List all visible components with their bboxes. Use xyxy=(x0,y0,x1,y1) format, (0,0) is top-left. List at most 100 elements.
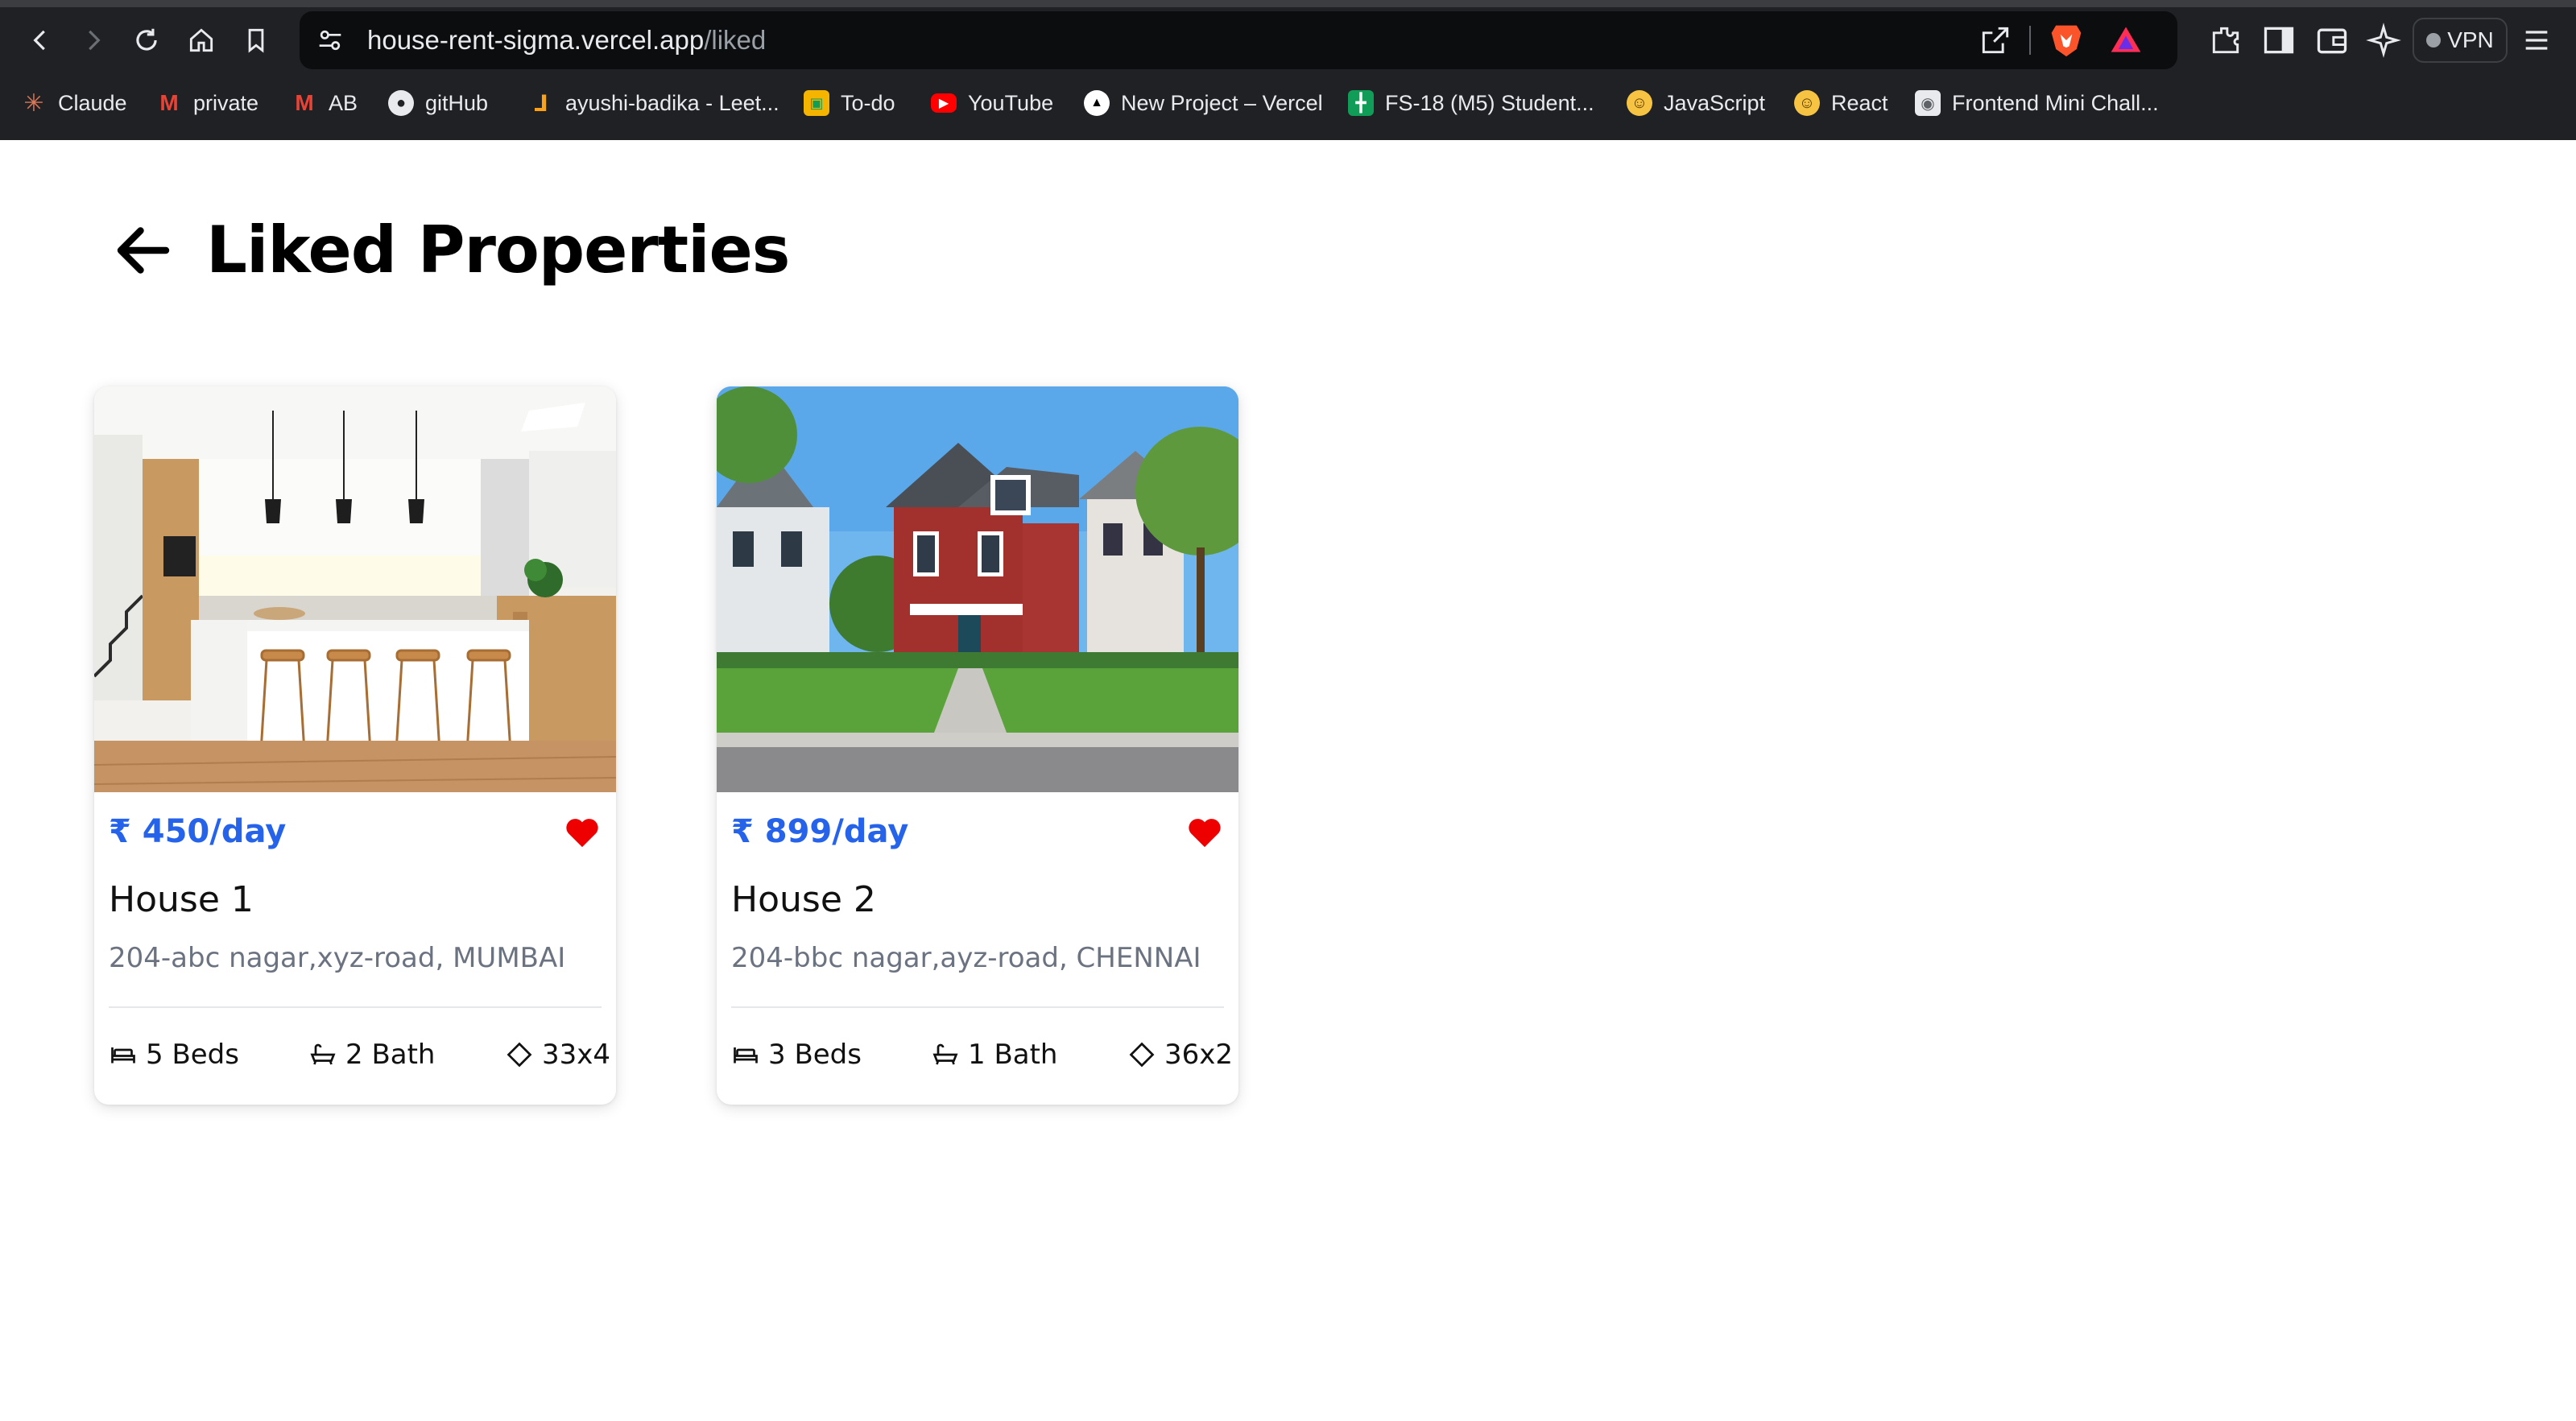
heart-icon[interactable] xyxy=(564,816,600,849)
browser-chrome: house-rent-sigma.vercel.app/liked VPN ✳ … xyxy=(0,0,2576,140)
bookmark-github[interactable]: ● gitHub xyxy=(388,87,488,119)
page-content: Liked Properties ₹ 450/day House 1 204-a… xyxy=(0,140,2576,1421)
property-photo-kitchen xyxy=(94,386,616,792)
bookmark-label: AB xyxy=(329,90,358,115)
emoji-icon: ☺ xyxy=(1627,90,1652,116)
bookmark-label: Claude xyxy=(58,90,127,115)
bath-icon xyxy=(932,1043,958,1065)
share-icon[interactable] xyxy=(1978,23,2013,58)
bookmark-react[interactable]: ☺ React xyxy=(1794,87,1888,119)
bookmark-youtube[interactable]: ▶ YouTube xyxy=(931,87,1053,119)
bath-icon xyxy=(310,1043,336,1065)
page-header: Liked Properties xyxy=(110,213,790,287)
sheets-icon: ╋ xyxy=(1348,90,1374,116)
baths-label: 2 Bath xyxy=(345,1039,436,1071)
extensions-icon[interactable] xyxy=(2208,23,2243,58)
bookmark-label: Frontend Mini Chall... xyxy=(1952,90,2159,115)
property-name: House 1 xyxy=(109,879,254,920)
bookmark-label: React xyxy=(1831,90,1888,115)
vpn-button[interactable]: VPN xyxy=(2413,18,2508,63)
arrow-left-icon[interactable] xyxy=(110,217,177,284)
vpn-label: VPN xyxy=(2447,27,2494,52)
property-card[interactable]: ₹ 899/day House 2 204-bbc nagar,ayz-road… xyxy=(717,386,1238,1105)
bookmark-leetcode[interactable]: ᒧ ayushi-badika - Leet... xyxy=(528,87,779,119)
youtube-icon: ▶ xyxy=(931,93,957,113)
bookmark-label: New Project – Vercel xyxy=(1121,90,1323,115)
bookmark-claude[interactable]: ✳ Claude xyxy=(21,87,127,119)
size-label: 36x2 xyxy=(1164,1039,1234,1071)
page-title: Liked Properties xyxy=(206,213,790,287)
vercel-icon: ▲ xyxy=(1084,90,1110,116)
bookmark-page-button[interactable] xyxy=(232,18,280,63)
bed-icon xyxy=(111,1047,135,1064)
bookmark-label: To-do xyxy=(841,90,895,115)
property-beds: 5 Beds xyxy=(109,1037,239,1072)
area-diamond-icon xyxy=(1129,1042,1155,1068)
emoji-icon: ☺ xyxy=(1794,90,1820,116)
site-settings-icon[interactable] xyxy=(314,24,346,56)
tab-strip-edge xyxy=(0,0,2576,7)
url-host: house-rent-sigma.vercel.app xyxy=(367,25,705,55)
vpn-status-icon xyxy=(2426,33,2442,48)
property-price: ₹ 899/day xyxy=(731,813,909,850)
bookmark-label: ayushi-badika - Leet... xyxy=(565,90,779,115)
bookmark-todo[interactable]: ▣ To-do xyxy=(804,87,895,119)
sidebar-icon[interactable] xyxy=(2261,23,2297,58)
property-name: House 2 xyxy=(731,879,876,920)
leetcode-icon: ᒧ xyxy=(534,90,548,116)
home-icon xyxy=(189,28,213,52)
bookmark-label: private xyxy=(193,90,259,115)
home-button[interactable] xyxy=(177,18,225,63)
bookmark-private[interactable]: M private xyxy=(156,87,258,119)
brave-rewards-icon[interactable] xyxy=(2108,23,2144,58)
property-baths: 1 Bath xyxy=(931,1037,1057,1072)
property-price: ₹ 450/day xyxy=(109,813,287,850)
github-icon: ● xyxy=(388,90,414,116)
hamburger-menu-icon[interactable] xyxy=(2520,24,2553,56)
address-bar-separator xyxy=(2029,26,2031,55)
bed-icon xyxy=(734,1047,758,1064)
property-address: 204-bbc nagar,ayz-road, CHENNAI xyxy=(731,942,1201,974)
property-size: 33x4 xyxy=(505,1037,610,1072)
bookmarks-bar: ✳ Claude M private M AB ● gitHub ᒧ ayush… xyxy=(0,81,2576,126)
bookmark-vercel[interactable]: ▲ New Project – Vercel xyxy=(1084,87,1323,119)
forward-button[interactable] xyxy=(69,18,118,63)
wallet-icon[interactable] xyxy=(2314,23,2350,58)
area-diamond-icon xyxy=(507,1042,532,1068)
gmail-icon: M xyxy=(295,90,314,115)
claude-icon: ✳ xyxy=(23,89,44,117)
address-bar[interactable]: house-rent-sigma.vercel.app/liked xyxy=(300,11,2177,69)
bookmark-icon xyxy=(248,28,264,53)
bookmark-label: FS-18 (M5) Student... xyxy=(1385,90,1594,115)
reload-button[interactable] xyxy=(122,18,171,63)
heart-icon[interactable] xyxy=(1187,816,1222,849)
bookmark-javascript[interactable]: ☺ JavaScript xyxy=(1627,87,1765,119)
back-button[interactable] xyxy=(16,18,64,63)
chevron-left-icon xyxy=(33,30,45,51)
card-divider xyxy=(731,1006,1224,1008)
property-card[interactable]: ₹ 450/day House 1 204-abc nagar,xyz-road… xyxy=(94,386,616,1105)
card-divider xyxy=(109,1006,602,1008)
gmail-icon: M xyxy=(159,90,179,115)
property-photo-house xyxy=(717,386,1238,792)
size-label: 33x4 xyxy=(542,1039,611,1071)
bookmark-sheets[interactable]: ╋ FS-18 (M5) Student... xyxy=(1348,87,1594,119)
bookmark-ab[interactable]: M AB xyxy=(292,87,358,119)
page-icon: ◉ xyxy=(1915,90,1941,116)
leo-ai-icon[interactable] xyxy=(2366,23,2401,58)
todo-icon: ▣ xyxy=(804,90,829,116)
url-path: /liked xyxy=(704,25,767,55)
beds-label: 3 Beds xyxy=(768,1039,862,1071)
url-text[interactable]: house-rent-sigma.vercel.app/liked xyxy=(367,21,766,60)
property-address: 204-abc nagar,xyz-road, MUMBAI xyxy=(109,942,566,974)
reload-icon xyxy=(136,28,157,51)
chevron-right-icon xyxy=(89,30,101,51)
brave-shields-icon[interactable] xyxy=(2049,21,2084,60)
property-baths: 2 Bath xyxy=(308,1037,435,1072)
bookmark-label: JavaScript xyxy=(1664,90,1766,115)
property-size: 36x2 xyxy=(1127,1037,1233,1072)
bookmark-label: gitHub xyxy=(425,90,489,115)
bookmark-label: YouTube xyxy=(968,90,1054,115)
bookmark-frontend-mini[interactable]: ◉ Frontend Mini Chall... xyxy=(1915,87,2159,119)
property-beds: 3 Beds xyxy=(731,1037,862,1072)
